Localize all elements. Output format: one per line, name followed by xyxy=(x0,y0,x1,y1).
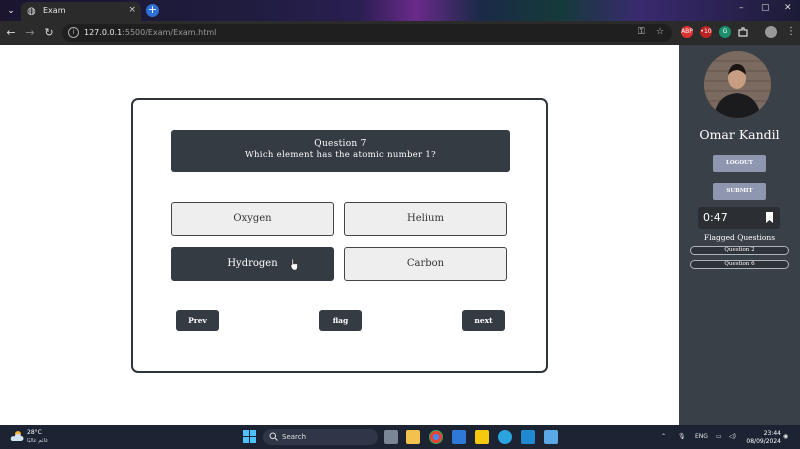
bookmark-flag-icon[interactable] xyxy=(765,212,774,223)
tab-close-icon[interactable]: × xyxy=(128,5,136,15)
answer-option-carbon[interactable]: Carbon xyxy=(344,247,507,281)
exam-page: Question 7 Which element has the atomic … xyxy=(0,45,679,425)
bookmark-star-icon[interactable]: ☆ xyxy=(656,27,664,37)
grammarly-extension-icon[interactable]: G xyxy=(719,26,731,38)
address-bar[interactable]: i 127.0.0.1:5500/Exam/Exam.html ⚿ ☆ xyxy=(62,24,672,42)
microphone-icon[interactable]: 🎙 xyxy=(678,433,686,440)
timer-text: 0:47 xyxy=(703,211,728,224)
avatar xyxy=(704,51,771,118)
url-text: 127.0.0.1:5500/Exam/Exam.html xyxy=(84,28,217,37)
question-panel: Question 7 Which element has the atomic … xyxy=(171,130,510,172)
task-view-icon[interactable] xyxy=(384,430,398,444)
hand-cursor-icon xyxy=(290,259,298,270)
site-info-icon[interactable]: i xyxy=(68,27,79,38)
flagged-question-item[interactable]: Question 2 xyxy=(690,246,789,255)
display-icon[interactable]: ▭ xyxy=(716,433,722,440)
clock-date[interactable]: 08/09/2024 xyxy=(744,438,781,445)
windows-taskbar: 28°C غائم غالبًا Search ⌃ 🎙 ENG ▭ ◁) 23:… xyxy=(0,425,800,449)
clock-time[interactable]: 23:44 xyxy=(757,430,781,437)
volume-icon[interactable]: ◁) xyxy=(729,433,736,440)
answer-label: Hydrogen xyxy=(227,258,278,269)
logout-button[interactable]: LOGOUT xyxy=(713,155,766,172)
globe-icon: ◍ xyxy=(27,6,36,17)
browser-toolbar: ← → ↻ i 127.0.0.1:5500/Exam/Exam.html ⚿ … xyxy=(0,21,800,45)
weather-temperature: 28°C xyxy=(27,429,42,436)
flag-button[interactable]: flag xyxy=(319,310,362,331)
chrome-icon[interactable] xyxy=(429,430,443,444)
extension-badge-icon[interactable]: •10 xyxy=(700,26,712,38)
cloud-weather-icon[interactable] xyxy=(9,430,24,442)
answer-option-helium[interactable]: Helium xyxy=(344,202,507,236)
answer-option-oxygen[interactable]: Oxygen xyxy=(171,202,334,236)
browser-tab-strip: ⌄ ◍ Exam × + – ▢ ✕ xyxy=(0,0,800,21)
sidebar: Omar Kandil LOGOUT SUBMIT 0:47 Flagged Q… xyxy=(679,45,800,425)
app-window-icon[interactable] xyxy=(544,430,558,444)
prev-button[interactable]: Prev xyxy=(176,310,219,331)
language-indicator[interactable]: ENG xyxy=(695,433,708,440)
window-close-icon[interactable]: ✕ xyxy=(784,3,792,13)
flagged-questions-title: Flagged Questions xyxy=(703,233,776,242)
taskbar-search[interactable]: Search xyxy=(263,429,378,445)
search-placeholder: Search xyxy=(282,433,307,441)
tab-title: Exam xyxy=(43,6,66,15)
answer-option-hydrogen[interactable]: Hydrogen xyxy=(171,247,334,281)
timer-display: 0:47 xyxy=(698,207,780,229)
more-menu-icon[interactable]: ⋮ xyxy=(786,26,796,37)
weather-description: غائم غالبًا xyxy=(27,438,49,444)
telegram-icon[interactable] xyxy=(498,430,512,444)
forward-arrow-icon[interactable]: → xyxy=(23,26,37,39)
puzzle-icon[interactable] xyxy=(737,26,749,38)
browser-tab[interactable]: ◍ Exam × xyxy=(21,2,141,21)
adblock-extension-icon[interactable]: ABP xyxy=(681,26,693,38)
search-icon xyxy=(269,432,278,441)
profile-avatar-icon[interactable] xyxy=(765,26,777,38)
chevron-up-icon[interactable]: ⌃ xyxy=(661,433,666,440)
vscode-icon[interactable] xyxy=(521,430,535,444)
new-tab-button[interactable]: + xyxy=(146,4,159,17)
back-arrow-icon[interactable]: ← xyxy=(4,26,18,39)
exam-card: Question 7 Which element has the atomic … xyxy=(131,98,548,373)
file-explorer-icon[interactable] xyxy=(406,430,420,444)
user-name: Omar Kandil xyxy=(699,127,780,142)
tab-search-icon[interactable]: ⌄ xyxy=(4,4,18,18)
flagged-question-item[interactable]: Question 6 xyxy=(690,260,789,269)
submit-button[interactable]: SUBMIT xyxy=(713,183,766,200)
question-text: Which element has the atomic number 1? xyxy=(244,150,436,160)
reload-icon[interactable]: ↻ xyxy=(42,26,56,39)
key-icon[interactable]: ⚿ xyxy=(638,27,645,37)
minimize-icon[interactable]: – xyxy=(739,3,744,13)
next-button[interactable]: next xyxy=(462,310,505,331)
sticky-notes-icon[interactable] xyxy=(475,430,489,444)
question-number: Question 7 xyxy=(314,139,367,149)
notification-icon[interactable]: ◉ xyxy=(783,433,788,440)
todo-check-icon[interactable] xyxy=(452,430,466,444)
windows-start-icon[interactable] xyxy=(243,430,256,443)
maximize-icon[interactable]: ▢ xyxy=(761,3,770,13)
